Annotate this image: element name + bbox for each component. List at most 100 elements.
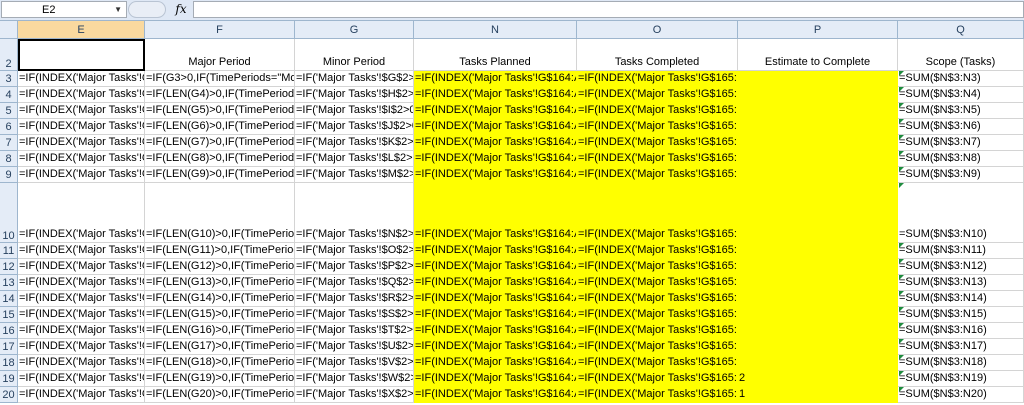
cell-n19[interactable]: =IF(INDEX('Major Tasks'!G$164:AI bbox=[414, 371, 577, 387]
row-header-9[interactable]: 9 bbox=[0, 167, 18, 183]
cell-n5[interactable]: =IF(INDEX('Major Tasks'!G$164:AI bbox=[414, 103, 577, 119]
cell-g20[interactable]: =IF('Major Tasks'!$X$2>0 bbox=[295, 387, 414, 403]
cell-g9[interactable]: =IF('Major Tasks'!$M$2>0 bbox=[295, 167, 414, 183]
cell-p13[interactable] bbox=[738, 275, 898, 291]
cell-o19[interactable]: =IF(INDEX('Major Tasks'!G$165:AI bbox=[577, 371, 738, 387]
cell-f9[interactable]: =IF(LEN(G9)>0,IF(TimePeriods bbox=[145, 167, 295, 183]
column-header-f[interactable]: F bbox=[145, 21, 295, 39]
cell-p14[interactable] bbox=[738, 291, 898, 307]
cell-o20[interactable]: =IF(INDEX('Major Tasks'!G$165:AI bbox=[577, 387, 738, 403]
cell-o7[interactable]: =IF(INDEX('Major Tasks'!G$165:AI bbox=[577, 135, 738, 151]
cell-q11[interactable]: =SUM($N$3:N11) bbox=[898, 243, 1024, 259]
cell-q15[interactable]: =SUM($N$3:N15) bbox=[898, 307, 1024, 323]
header-cell-f[interactable]: Major Period bbox=[145, 39, 295, 71]
row-header-6[interactable]: 6 bbox=[0, 119, 18, 135]
cell-e10[interactable]: =IF(INDEX('Major Tasks'!G bbox=[18, 183, 145, 243]
cell-f14[interactable]: =IF(LEN(G14)>0,IF(TimePeriod bbox=[145, 291, 295, 307]
cell-p18[interactable] bbox=[738, 355, 898, 371]
cell-g7[interactable]: =IF('Major Tasks'!$K$2>0, bbox=[295, 135, 414, 151]
cell-p3[interactable] bbox=[738, 71, 898, 87]
cell-n9[interactable]: =IF(INDEX('Major Tasks'!G$164:AI bbox=[414, 167, 577, 183]
cell-q4[interactable]: =SUM($N$3:N4) bbox=[898, 87, 1024, 103]
cell-o4[interactable]: =IF(INDEX('Major Tasks'!G$165:AI bbox=[577, 87, 738, 103]
cell-n10[interactable]: =IF(INDEX('Major Tasks'!G$164:AI bbox=[414, 183, 577, 243]
cell-q7[interactable]: =SUM($N$3:N7) bbox=[898, 135, 1024, 151]
cell-n6[interactable]: =IF(INDEX('Major Tasks'!G$164:AI bbox=[414, 119, 577, 135]
cell-e6[interactable]: =IF(INDEX('Major Tasks'!G bbox=[18, 119, 145, 135]
cell-e18[interactable]: =IF(INDEX('Major Tasks'!G bbox=[18, 355, 145, 371]
cell-g19[interactable]: =IF('Major Tasks'!$W$2>0 bbox=[295, 371, 414, 387]
cell-n13[interactable]: =IF(INDEX('Major Tasks'!G$164:AI bbox=[414, 275, 577, 291]
cell-n3[interactable]: =IF(INDEX('Major Tasks'!G$164:AI bbox=[414, 71, 577, 87]
cell-f7[interactable]: =IF(LEN(G7)>0,IF(TimePeriods bbox=[145, 135, 295, 151]
cell-f12[interactable]: =IF(LEN(G12)>0,IF(TimePeriod bbox=[145, 259, 295, 275]
cell-o9[interactable]: =IF(INDEX('Major Tasks'!G$165:AI bbox=[577, 167, 738, 183]
cell-o10[interactable]: =IF(INDEX('Major Tasks'!G$165:AI bbox=[577, 183, 738, 243]
cell-p10[interactable] bbox=[738, 183, 898, 243]
cell-e13[interactable]: =IF(INDEX('Major Tasks'!G bbox=[18, 275, 145, 291]
cell-q5[interactable]: =SUM($N$3:N5) bbox=[898, 103, 1024, 119]
column-header-g[interactable]: G bbox=[295, 21, 414, 39]
cell-p8[interactable] bbox=[738, 151, 898, 167]
cell-o14[interactable]: =IF(INDEX('Major Tasks'!G$165:AI bbox=[577, 291, 738, 307]
cell-n7[interactable]: =IF(INDEX('Major Tasks'!G$164:AI bbox=[414, 135, 577, 151]
cell-o12[interactable]: =IF(INDEX('Major Tasks'!G$165:AI bbox=[577, 259, 738, 275]
cell-o8[interactable]: =IF(INDEX('Major Tasks'!G$165:AI bbox=[577, 151, 738, 167]
cell-n16[interactable]: =IF(INDEX('Major Tasks'!G$164:AI bbox=[414, 323, 577, 339]
row-header-13[interactable]: 13 bbox=[0, 275, 18, 291]
cell-q13[interactable]: =SUM($N$3:N13) bbox=[898, 275, 1024, 291]
cell-q20[interactable]: =SUM($N$3:N20) bbox=[898, 387, 1024, 403]
cell-q9[interactable]: =SUM($N$3:N9) bbox=[898, 167, 1024, 183]
cell-f10[interactable]: =IF(LEN(G10)>0,IF(TimePeriod bbox=[145, 183, 295, 243]
cell-p12[interactable] bbox=[738, 259, 898, 275]
cell-q8[interactable]: =SUM($N$3:N8) bbox=[898, 151, 1024, 167]
cell-f20[interactable]: =IF(LEN(G20)>0,IF(TimePeriod bbox=[145, 387, 295, 403]
cell-n11[interactable]: =IF(INDEX('Major Tasks'!G$164:AI bbox=[414, 243, 577, 259]
column-header-p[interactable]: P bbox=[738, 21, 898, 39]
cell-g8[interactable]: =IF('Major Tasks'!$L$2>0, bbox=[295, 151, 414, 167]
cell-o5[interactable]: =IF(INDEX('Major Tasks'!G$165:AI bbox=[577, 103, 738, 119]
cell-f11[interactable]: =IF(LEN(G11)>0,IF(TimePeriod bbox=[145, 243, 295, 259]
row-header-12[interactable]: 12 bbox=[0, 259, 18, 275]
cell-g12[interactable]: =IF('Major Tasks'!$P$2>0 bbox=[295, 259, 414, 275]
row-header-15[interactable]: 15 bbox=[0, 307, 18, 323]
row-header-16[interactable]: 16 bbox=[0, 323, 18, 339]
cell-e17[interactable]: =IF(INDEX('Major Tasks'!G bbox=[18, 339, 145, 355]
cell-o3[interactable]: =IF(INDEX('Major Tasks'!G$165:AI bbox=[577, 71, 738, 87]
cell-q6[interactable]: =SUM($N$3:N6) bbox=[898, 119, 1024, 135]
cell-p9[interactable] bbox=[738, 167, 898, 183]
name-box[interactable]: E2 ▼ bbox=[1, 1, 127, 18]
cell-o17[interactable]: =IF(INDEX('Major Tasks'!G$165:AI bbox=[577, 339, 738, 355]
cell-g18[interactable]: =IF('Major Tasks'!$V$2>0 bbox=[295, 355, 414, 371]
cell-n4[interactable]: =IF(INDEX('Major Tasks'!G$164:AI bbox=[414, 87, 577, 103]
cell-f4[interactable]: =IF(LEN(G4)>0,IF(TimePeriods bbox=[145, 87, 295, 103]
cell-g14[interactable]: =IF('Major Tasks'!$R$2>0 bbox=[295, 291, 414, 307]
cell-e11[interactable]: =IF(INDEX('Major Tasks'!G bbox=[18, 243, 145, 259]
cell-q3[interactable]: =SUM($N$3:N3) bbox=[898, 71, 1024, 87]
row-header-18[interactable]: 18 bbox=[0, 355, 18, 371]
cell-o6[interactable]: =IF(INDEX('Major Tasks'!G$165:AI bbox=[577, 119, 738, 135]
cell-p7[interactable] bbox=[738, 135, 898, 151]
row-header-4[interactable]: 4 bbox=[0, 87, 18, 103]
cell-p17[interactable] bbox=[738, 339, 898, 355]
row-header-7[interactable]: 7 bbox=[0, 135, 18, 151]
row-header-14[interactable]: 14 bbox=[0, 291, 18, 307]
row-header-10[interactable]: 10 bbox=[0, 183, 18, 243]
cell-f17[interactable]: =IF(LEN(G17)>0,IF(TimePeriod bbox=[145, 339, 295, 355]
select-all-corner[interactable] bbox=[0, 21, 18, 39]
column-header-q[interactable]: Q bbox=[898, 21, 1024, 39]
cell-o13[interactable]: =IF(INDEX('Major Tasks'!G$165:AI bbox=[577, 275, 738, 291]
row-header-3[interactable]: 3 bbox=[0, 71, 18, 87]
cell-g16[interactable]: =IF('Major Tasks'!$T$2>0 bbox=[295, 323, 414, 339]
cell-g15[interactable]: =IF('Major Tasks'!$S$2>0 bbox=[295, 307, 414, 323]
row-header-17[interactable]: 17 bbox=[0, 339, 18, 355]
cell-f5[interactable]: =IF(LEN(G5)>0,IF(TimePeriods bbox=[145, 103, 295, 119]
row-header-11[interactable]: 11 bbox=[0, 243, 18, 259]
cell-p16[interactable] bbox=[738, 323, 898, 339]
cell-g5[interactable]: =IF('Major Tasks'!$I$2>0, bbox=[295, 103, 414, 119]
fx-icon[interactable]: fx bbox=[170, 1, 192, 18]
cell-q19[interactable]: =SUM($N$3:N19) bbox=[898, 371, 1024, 387]
header-cell-g[interactable]: Minor Period bbox=[295, 39, 414, 71]
cell-g10[interactable]: =IF('Major Tasks'!$N$2>0 bbox=[295, 183, 414, 243]
cell-e9[interactable]: =IF(INDEX('Major Tasks'!G bbox=[18, 167, 145, 183]
